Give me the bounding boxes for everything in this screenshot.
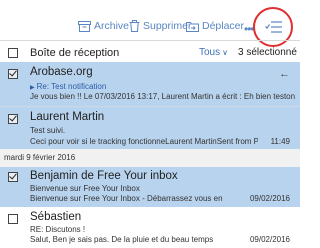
filter-dropdown[interactable]: Tous ∨ [199, 47, 228, 58]
inbox-title: Boîte de réception [30, 47, 120, 59]
message-sender: Arobase.org [30, 66, 93, 78]
message-checkbox[interactable] [8, 114, 18, 124]
archive-icon [78, 20, 91, 32]
chevron-down-icon: ∨ [222, 48, 228, 57]
message-preview: Salut, Ben je sais pas. De la pluie et d… [30, 235, 214, 244]
message-sender: Benjamin de Free Your inbox [30, 170, 178, 182]
reply-arrow-icon: ← [279, 68, 290, 80]
inbox-header: Boîte de réception Tous ∨ 3 sélectionné [0, 41, 300, 61]
message-time: 11:49 [270, 137, 290, 146]
message-subject: Test suivi. [30, 126, 66, 135]
trash-icon [129, 20, 140, 32]
delete-button[interactable]: Supprimer [129, 18, 191, 34]
filter-label: Tous [199, 47, 221, 58]
message-item-sebastien[interactable]: Sébastien RE: Discutons ! Salut, Ben je … [0, 208, 300, 248]
move-label: Déplacer [202, 20, 245, 32]
selected-count: 3 sélectionné [238, 47, 297, 58]
move-button[interactable]: Déplacer [186, 18, 244, 34]
thread-expand-icon: ▶ [30, 85, 35, 91]
message-sender: Sébastien [30, 211, 82, 223]
message-checkbox[interactable] [8, 172, 18, 182]
message-item-free-your-inbox[interactable]: Benjamin de Free Your inbox Bienvenue su… [0, 167, 300, 207]
message-subject-text: Re: Test notification [36, 82, 107, 91]
message-item-arobase[interactable]: Arobase.org ← ▶ Re: Test notification Je … [0, 62, 300, 106]
toolbar: Archive Supprimer Déplacer ••• [0, 0, 300, 47]
message-preview: Bienvenue sur Free Your Inbox - Débarras… [30, 194, 223, 203]
message-time: 09/02/2016 [249, 235, 290, 244]
delete-label: Supprimer [143, 20, 192, 32]
message-subject: Bienvenue sur Free Your Inbox [30, 184, 140, 193]
message-checkbox[interactable] [8, 214, 18, 224]
message-preview: Ceci pour voir si le tracking fonctionne… [30, 137, 258, 146]
date-separator-label: mardi 9 février 2016 [4, 153, 76, 162]
message-subject: RE: Discutons ! [30, 225, 86, 234]
message-sender: Laurent Martin [30, 111, 105, 123]
date-separator: mardi 9 février 2016 [0, 149, 300, 167]
archive-button[interactable]: Archive [78, 18, 129, 34]
message-time: 09/02/2016 [249, 194, 290, 203]
folder-move-icon [186, 21, 199, 32]
select-all-checkbox[interactable] [8, 48, 18, 58]
message-preview: Je vous bien !! Le 07/03/2016 13:17, Lau… [30, 92, 295, 101]
archive-label: Archive [94, 20, 130, 32]
message-checkbox[interactable] [8, 69, 18, 79]
message-subject: ▶ Re: Test notification [30, 82, 106, 91]
message-item-laurent-martin[interactable]: Laurent Martin Test suivi. Ceci pour voi… [0, 107, 300, 149]
